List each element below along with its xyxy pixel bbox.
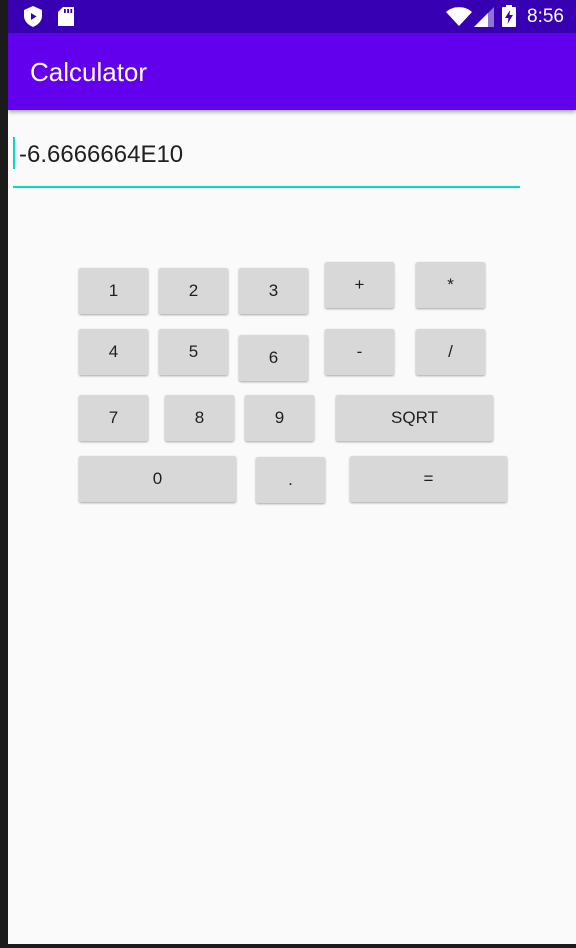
app-title: Calculator bbox=[30, 57, 148, 87]
key-7[interactable]: 7 bbox=[79, 395, 148, 441]
app-screen: 8:56 Calculator -6.6666664E10 1 2 3 + * … bbox=[8, 0, 576, 944]
battery-charging-icon bbox=[502, 5, 516, 32]
key-decimal[interactable]: . bbox=[256, 457, 325, 503]
shield-icon bbox=[24, 6, 42, 32]
key-0[interactable]: 0 bbox=[79, 456, 236, 502]
key-1[interactable]: 1 bbox=[79, 268, 148, 314]
text-cursor bbox=[13, 137, 15, 169]
key-6[interactable]: 6 bbox=[239, 335, 308, 381]
key-sqrt[interactable]: SQRT bbox=[336, 395, 493, 441]
key-3[interactable]: 3 bbox=[239, 268, 308, 314]
key-8[interactable]: 8 bbox=[165, 395, 234, 441]
display-field[interactable]: -6.6666664E10 bbox=[13, 135, 520, 188]
sd-card-icon bbox=[58, 7, 74, 31]
app-bar: Calculator bbox=[8, 33, 576, 110]
key-2[interactable]: 2 bbox=[159, 268, 228, 314]
status-time: 8:56 bbox=[527, 6, 564, 27]
key-multiply[interactable]: * bbox=[416, 262, 485, 308]
display-value: -6.6666664E10 bbox=[19, 141, 184, 168]
key-plus[interactable]: + bbox=[325, 262, 394, 308]
key-5[interactable]: 5 bbox=[159, 329, 228, 375]
key-minus[interactable]: - bbox=[325, 329, 394, 375]
key-4[interactable]: 4 bbox=[79, 329, 148, 375]
wifi-icon bbox=[446, 7, 472, 31]
key-9[interactable]: 9 bbox=[245, 395, 314, 441]
signal-icon bbox=[474, 7, 494, 32]
key-divide[interactable]: / bbox=[416, 329, 485, 375]
key-equals[interactable]: = bbox=[350, 456, 507, 502]
status-bar: 8:56 bbox=[8, 0, 576, 33]
display-underline bbox=[13, 186, 520, 188]
